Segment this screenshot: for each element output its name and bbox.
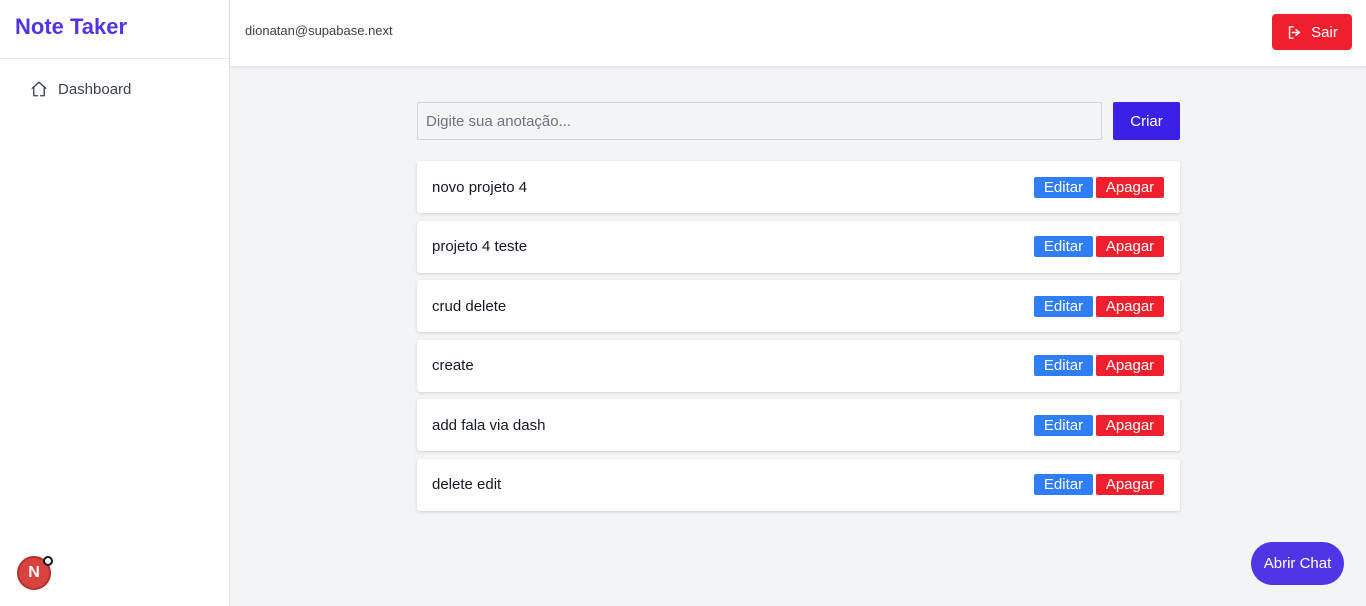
logout-label: Sair bbox=[1311, 23, 1338, 41]
user-email: dionatan@supabase.next bbox=[245, 23, 393, 38]
note-input[interactable] bbox=[417, 102, 1102, 140]
note-actions: Editar Apagar bbox=[1034, 295, 1164, 317]
note-text: crud delete bbox=[432, 297, 507, 315]
open-chat-button[interactable]: Abrir Chat bbox=[1251, 542, 1344, 585]
note-text: novo projeto 4 bbox=[432, 178, 528, 196]
app-title[interactable]: Note Taker bbox=[15, 14, 127, 39]
note-text: add fala via dash bbox=[432, 416, 546, 434]
create-button[interactable]: Criar bbox=[1113, 102, 1180, 140]
sidebar-item-dashboard[interactable]: Dashboard bbox=[30, 80, 131, 98]
delete-button[interactable]: Apagar bbox=[1096, 474, 1164, 496]
list-item: projeto 4 teste Editar Apagar bbox=[417, 220, 1180, 273]
avatar[interactable]: N bbox=[17, 556, 53, 590]
delete-button[interactable]: Apagar bbox=[1096, 176, 1164, 198]
status-dot bbox=[43, 556, 53, 566]
delete-button[interactable]: Apagar bbox=[1096, 414, 1164, 436]
delete-button[interactable]: Apagar bbox=[1096, 236, 1164, 258]
sidebar: Note Taker Dashboard N bbox=[0, 0, 230, 606]
note-actions: Editar Apagar bbox=[1034, 236, 1164, 258]
edit-button[interactable]: Editar bbox=[1034, 236, 1093, 258]
list-item: crud delete Editar Apagar bbox=[417, 280, 1180, 333]
note-text: create bbox=[432, 357, 474, 375]
list-item: add fala via dash Editar Apagar bbox=[417, 399, 1180, 452]
brand-header: Note Taker bbox=[0, 0, 229, 59]
note-actions: Editar Apagar bbox=[1034, 414, 1164, 436]
sidebar-item-label: Dashboard bbox=[58, 80, 132, 98]
top-bar: dionatan@supabase.next Sair bbox=[230, 0, 1366, 66]
note-actions: Editar Apagar bbox=[1034, 176, 1164, 198]
delete-button[interactable]: Apagar bbox=[1096, 295, 1164, 317]
list-item: create Editar Apagar bbox=[417, 339, 1180, 392]
note-actions: Editar Apagar bbox=[1034, 355, 1164, 377]
home-icon bbox=[31, 81, 47, 97]
note-text: projeto 4 teste bbox=[432, 238, 528, 256]
delete-button[interactable]: Apagar bbox=[1096, 355, 1164, 377]
list-item: delete edit Editar Apagar bbox=[417, 458, 1180, 511]
edit-button[interactable]: Editar bbox=[1034, 414, 1093, 436]
edit-button[interactable]: Editar bbox=[1034, 176, 1093, 198]
logout-icon bbox=[1288, 25, 1301, 39]
edit-button[interactable]: Editar bbox=[1034, 355, 1093, 377]
edit-button[interactable]: Editar bbox=[1034, 295, 1093, 317]
list-item: novo projeto 4 Editar Apagar bbox=[417, 161, 1180, 213]
note-list: novo projeto 4 Editar Apagar projeto 4 t… bbox=[417, 161, 1180, 519]
avatar-initial: N bbox=[28, 564, 40, 581]
note-actions: Editar Apagar bbox=[1034, 474, 1164, 496]
logout-button[interactable]: Sair bbox=[1272, 14, 1352, 50]
note-text: delete edit bbox=[432, 476, 502, 494]
edit-button[interactable]: Editar bbox=[1034, 474, 1093, 496]
